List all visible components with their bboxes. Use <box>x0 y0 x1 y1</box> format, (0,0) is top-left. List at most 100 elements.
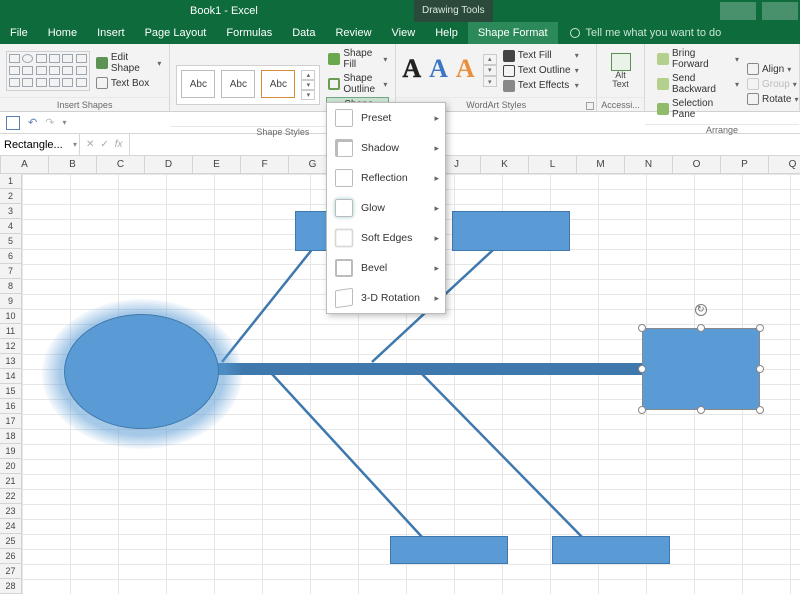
column-header[interactable]: K <box>481 156 529 173</box>
tab-file[interactable]: File <box>0 22 38 44</box>
text-effects-button[interactable]: Text Effects▾ <box>501 79 581 93</box>
row-header[interactable]: 26 <box>0 549 21 564</box>
gallery-down-icon[interactable]: ▾ <box>301 80 315 90</box>
column-header[interactable]: O <box>673 156 721 173</box>
cancel-icon[interactable]: ✕ <box>86 139 94 150</box>
column-header[interactable]: N <box>625 156 673 173</box>
row-header[interactable]: 14 <box>0 369 21 384</box>
oval-shape[interactable] <box>64 314 219 429</box>
tab-data[interactable]: Data <box>282 22 325 44</box>
shape-outline-button[interactable]: Shape Outline▾ <box>326 72 389 96</box>
rect-shape-top-right[interactable] <box>452 211 570 251</box>
qat-customize-icon[interactable]: ▾ <box>62 118 66 127</box>
align-button[interactable]: Align▾ <box>745 62 793 76</box>
tab-review[interactable]: Review <box>325 22 381 44</box>
rect-shape-bottom-left[interactable] <box>390 536 508 564</box>
resize-handle[interactable] <box>638 365 646 373</box>
row-header[interactable]: 20 <box>0 459 21 474</box>
column-header[interactable]: E <box>193 156 241 173</box>
style-chip-1[interactable]: Abc <box>181 70 215 98</box>
row-header[interactable]: 2 <box>0 189 21 204</box>
row-header[interactable]: 10 <box>0 309 21 324</box>
tab-formulas[interactable]: Formulas <box>216 22 282 44</box>
row-header[interactable]: 19 <box>0 444 21 459</box>
save-icon[interactable] <box>6 116 20 130</box>
resize-handle[interactable] <box>756 406 764 414</box>
group-button[interactable]: Group▾ <box>745 77 793 91</box>
shapes-gallery[interactable] <box>6 51 90 91</box>
text-fill-button[interactable]: Text Fill▾ <box>501 49 581 63</box>
style-chip-2[interactable]: Abc <box>221 70 255 98</box>
tab-home[interactable]: Home <box>38 22 87 44</box>
rotate-button[interactable]: Rotate▾ <box>745 92 793 106</box>
effects-preset[interactable]: Preset▸ <box>327 103 445 133</box>
tab-insert[interactable]: Insert <box>87 22 135 44</box>
alt-text-button[interactable]: Alt Text <box>603 49 638 93</box>
row-header[interactable]: 17 <box>0 414 21 429</box>
gallery-more-icon[interactable]: ▾ <box>301 90 315 100</box>
row-header[interactable]: 18 <box>0 429 21 444</box>
resize-handle[interactable] <box>697 406 705 414</box>
row-header[interactable]: 4 <box>0 219 21 234</box>
effects-reflection[interactable]: Reflection▸ <box>327 163 445 193</box>
text-box-button[interactable]: Text Box <box>94 76 163 90</box>
enter-icon[interactable]: ✓ <box>100 139 108 150</box>
formula-input[interactable] <box>129 134 800 155</box>
fx-icon[interactable]: fx <box>115 139 123 150</box>
tab-view[interactable]: View <box>382 22 426 44</box>
tab-page-layout[interactable]: Page Layout <box>135 22 217 44</box>
resize-handle[interactable] <box>638 324 646 332</box>
rect-shape-selected[interactable] <box>642 328 760 410</box>
resize-handle[interactable] <box>638 406 646 414</box>
row-header[interactable]: 27 <box>0 564 21 579</box>
row-header[interactable]: 25 <box>0 534 21 549</box>
shape-fill-button[interactable]: Shape Fill▾ <box>326 47 389 71</box>
tab-shape-format[interactable]: Shape Format <box>468 22 558 44</box>
tab-help[interactable]: Help <box>425 22 468 44</box>
row-header[interactable]: 5 <box>0 234 21 249</box>
undo-icon[interactable]: ↶ <box>28 116 37 129</box>
name-box[interactable]: Rectangle...▾ <box>0 134 80 155</box>
row-header[interactable]: 8 <box>0 279 21 294</box>
row-header[interactable]: 22 <box>0 489 21 504</box>
dialog-launcher-icon[interactable] <box>586 102 594 110</box>
effects-glow[interactable]: Glow▸ <box>327 193 445 223</box>
row-header[interactable]: 13 <box>0 354 21 369</box>
text-outline-button[interactable]: Text Outline▾ <box>501 64 581 78</box>
effects-soft-edges[interactable]: Soft Edges▸ <box>327 223 445 253</box>
effects-shadow[interactable]: Shadow▸ <box>327 133 445 163</box>
gallery-up-icon[interactable]: ▴ <box>301 70 315 80</box>
shape-style-gallery[interactable]: Abc Abc Abc ▴▾▾ <box>176 65 320 105</box>
resize-handle[interactable] <box>756 324 764 332</box>
resize-handle[interactable] <box>697 324 705 332</box>
row-header[interactable]: 12 <box>0 339 21 354</box>
row-header[interactable]: 24 <box>0 519 21 534</box>
tell-me-search[interactable]: Tell me what you want to do <box>558 22 722 44</box>
row-header[interactable]: 6 <box>0 249 21 264</box>
column-header[interactable]: M <box>577 156 625 173</box>
style-chip-3[interactable]: Abc <box>261 70 295 98</box>
column-header[interactable]: P <box>721 156 769 173</box>
row-header[interactable]: 7 <box>0 264 21 279</box>
column-header[interactable]: A <box>1 156 49 173</box>
edit-shape-button[interactable]: Edit Shape▾ <box>94 51 163 75</box>
row-header[interactable]: 21 <box>0 474 21 489</box>
row-header[interactable]: 9 <box>0 294 21 309</box>
selection-pane-button[interactable]: Selection Pane <box>655 97 741 121</box>
column-header[interactable]: D <box>145 156 193 173</box>
rect-shape-bottom-right[interactable] <box>552 536 670 564</box>
row-header[interactable]: 15 <box>0 384 21 399</box>
effects-bevel[interactable]: Bevel▸ <box>327 253 445 283</box>
redo-icon[interactable]: ↷ <box>45 116 54 129</box>
column-header[interactable]: L <box>529 156 577 173</box>
column-header[interactable]: F <box>241 156 289 173</box>
row-header[interactable]: 3 <box>0 204 21 219</box>
send-backward-button[interactable]: Send Backward▾ <box>655 72 741 96</box>
column-header[interactable]: C <box>97 156 145 173</box>
effects-3d-rotation[interactable]: 3-D Rotation▸ <box>327 283 445 313</box>
resize-handle[interactable] <box>756 365 764 373</box>
column-header[interactable]: B <box>49 156 97 173</box>
wordart-gallery[interactable]: AAA ▴▾▾ <box>402 54 496 88</box>
column-header[interactable]: Q <box>769 156 800 173</box>
row-header[interactable]: 11 <box>0 324 21 339</box>
